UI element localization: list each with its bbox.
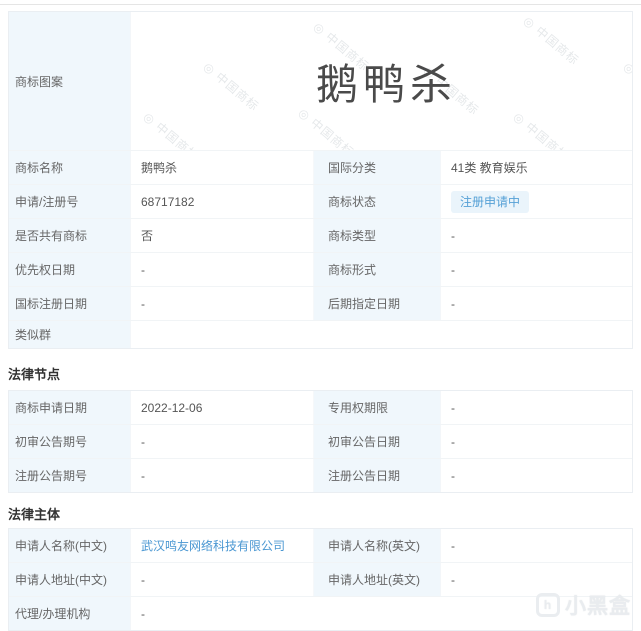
- cn-trademark-watermark: ◎ 中国商标: [520, 12, 583, 69]
- table-row: 国标注册日期-后期指定日期-: [9, 286, 632, 320]
- trademark-image-text: 鹅鸭杀: [316, 51, 457, 112]
- field-label: 商标申请日期: [9, 391, 131, 424]
- field-value: -: [441, 287, 632, 320]
- field-label: 申请/注册号: [9, 185, 131, 218]
- field-label: 注册公告日期: [314, 459, 441, 492]
- field-label: 国际分类: [314, 151, 441, 184]
- field-label: 申请人地址(英文): [314, 563, 441, 596]
- field-value: -: [131, 253, 314, 286]
- field-value: -: [441, 425, 632, 458]
- legal-node-table: 商标申请日期2022-12-06专用权期限-初审公告期号-初审公告日期-注册公告…: [8, 390, 633, 493]
- section-heading-legal-entity: 法律主体: [8, 507, 633, 522]
- page-top-divider: [0, 4, 641, 5]
- field-label: 类似群: [9, 321, 131, 348]
- field-label: 初审公告日期: [314, 425, 441, 458]
- field-label: 商标形式: [314, 253, 441, 286]
- table-row: 是否共有商标否商标类型-: [9, 218, 632, 252]
- field-label: 申请人地址(中文): [9, 563, 131, 596]
- field-label: 申请人名称(中文): [9, 529, 131, 562]
- field-label: 商标类型: [314, 219, 441, 252]
- field-label: 商标名称: [9, 151, 131, 184]
- cn-trademark-watermark: ◎ 中国商标: [510, 108, 573, 150]
- table-row: 申请/注册号68717182商标状态注册申请中: [9, 184, 632, 218]
- trademark-image-cell: ◎ 中国商标◎ 中国商标◎ 中国商标◎ 中国商标◎ 中国商标◎ 中国商标◎ 中国…: [131, 12, 632, 150]
- field-value: -: [131, 287, 314, 320]
- section-heading-legal-node: 法律节点: [8, 367, 633, 382]
- field-label: 专用权期限: [314, 391, 441, 424]
- field-value: [131, 321, 632, 348]
- cn-trademark-watermark: ◎ 中国商标: [140, 108, 203, 150]
- field-label: 代理/办理机构: [9, 597, 131, 630]
- trademark-info-table: 商标图案 ◎ 中国商标◎ 中国商标◎ 中国商标◎ 中国商标◎ 中国商标◎ 中国商…: [8, 11, 633, 349]
- cn-trademark-watermark: ◎ 中国商标: [200, 58, 263, 115]
- field-label: 注册公告期号: [9, 459, 131, 492]
- field-value: -: [131, 425, 314, 458]
- cn-trademark-watermark: ◎ 中国商标: [620, 58, 632, 115]
- field-value: 否: [131, 219, 314, 252]
- table-row: 类似群: [9, 320, 632, 348]
- field-label: 初审公告期号: [9, 425, 131, 458]
- trademark-status-badge: 注册申请中: [451, 191, 529, 213]
- trademark-image-row: 商标图案 ◎ 中国商标◎ 中国商标◎ 中国商标◎ 中国商标◎ 中国商标◎ 中国商…: [9, 12, 632, 150]
- field-value: -: [441, 391, 632, 424]
- legal-entity-table: 申请人名称(中文)武汉鸣友网络科技有限公司申请人名称(英文)-申请人地址(中文)…: [8, 528, 633, 631]
- field-label: 优先权日期: [9, 253, 131, 286]
- table-row: 初审公告期号-初审公告日期-: [9, 424, 632, 458]
- field-value: 41类 教育娱乐: [441, 151, 632, 184]
- field-label: 商标状态: [314, 185, 441, 218]
- table-row: 申请人名称(中文) 武汉鸣友网络科技有限公司 申请人名称(英文)-: [9, 529, 632, 562]
- applicant-name-link[interactable]: 武汉鸣友网络科技有限公司: [141, 537, 285, 554]
- field-value: -: [441, 529, 632, 562]
- field-value: -: [131, 459, 314, 492]
- field-value: -: [441, 459, 632, 492]
- field-value: -: [441, 563, 632, 596]
- table-row: 商标名称鹅鸭杀国际分类41类 教育娱乐: [9, 150, 632, 184]
- field-label: 是否共有商标: [9, 219, 131, 252]
- field-value: -: [131, 563, 314, 596]
- table-row: 优先权日期-商标形式-: [9, 252, 632, 286]
- field-label: 后期指定日期: [314, 287, 441, 320]
- table-row: 商标申请日期2022-12-06专用权期限-: [9, 391, 632, 424]
- field-label: 国标注册日期: [9, 287, 131, 320]
- field-value: -: [441, 219, 632, 252]
- table-row: 注册公告期号-注册公告日期-: [9, 458, 632, 492]
- field-value: 武汉鸣友网络科技有限公司: [131, 529, 314, 562]
- table-row: 申请人地址(中文)-申请人地址(英文)-: [9, 562, 632, 596]
- field-value: 2022-12-06: [131, 391, 314, 424]
- trademark-image-label: 商标图案: [9, 12, 131, 150]
- trademark-detail-page: 商标图案 ◎ 中国商标◎ 中国商标◎ 中国商标◎ 中国商标◎ 中国商标◎ 中国商…: [8, 11, 633, 631]
- field-value: 68717182: [131, 185, 314, 218]
- field-value: -: [441, 253, 632, 286]
- field-label: 申请人名称(英文): [314, 529, 441, 562]
- field-value: 鹅鸭杀: [131, 151, 314, 184]
- field-value: -: [131, 597, 632, 630]
- field-value: 注册申请中: [441, 185, 632, 218]
- table-row: 代理/办理机构-: [9, 596, 632, 630]
